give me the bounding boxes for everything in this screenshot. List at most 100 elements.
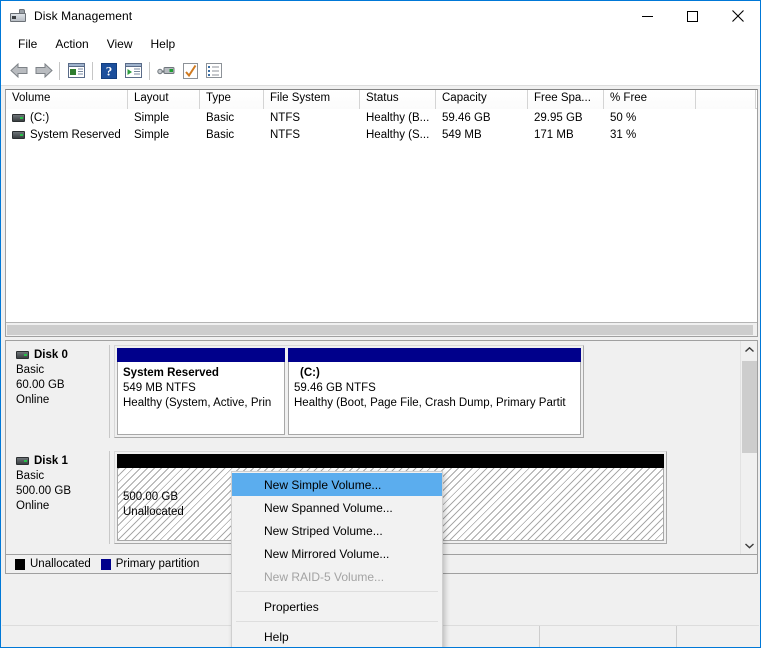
disk-0-name-row: Disk 0	[16, 349, 109, 361]
context-menu-item-new-mirrored-volume[interactable]: New Mirrored Volume...	[232, 542, 442, 565]
cell-layout: Simple	[134, 111, 170, 124]
menu-bar: File Action View Help	[1, 31, 760, 56]
partition-status: Healthy (Boot, Page File, Crash Dump, Pr…	[294, 397, 566, 409]
cell-type: Basic	[206, 111, 235, 124]
disk-1-status: Online	[16, 500, 50, 512]
title-bar: Disk Management	[1, 1, 760, 31]
show-hide-action-pane-icon[interactable]	[121, 59, 145, 83]
volume-list-horizontal-scrollbar[interactable]	[6, 322, 757, 336]
disk-1-name-row: Disk 1	[16, 455, 109, 467]
context-menu-item-new-striped-volume[interactable]: New Striped Volume...	[232, 519, 442, 542]
status-pane-3	[677, 626, 759, 647]
cell-volume: (C:)	[6, 109, 128, 126]
status-pane-2	[540, 626, 677, 647]
column-header-file-system[interactable]: File System	[264, 90, 360, 109]
partition-size-fs: 59.46 GB NTFS	[294, 382, 376, 394]
disk-0-info: Disk 0 Basic 60.00 GB Online	[10, 345, 110, 438]
cell-capacity: 549 MB	[442, 128, 482, 141]
disk-0-partition-bar: System Reserved 549 MB NTFS Healthy (Sys…	[114, 345, 584, 438]
cell-file-system: NTFS	[270, 111, 301, 124]
disk-drive-icon	[16, 351, 29, 359]
partition-color-cap	[117, 348, 285, 362]
disk-1-type: Basic	[16, 470, 45, 482]
menu-file[interactable]: File	[9, 34, 46, 54]
context-menu-item-new-simple-volume[interactable]: New Simple Volume...	[232, 473, 442, 496]
partition-size-fs: 549 MB NTFS	[123, 382, 196, 394]
disk-1-info: Disk 1 Basic 500.00 GB Online	[10, 451, 110, 544]
context-menu-item-properties[interactable]: Properties	[232, 595, 442, 618]
graphical-view-vertical-scrollbar[interactable]	[740, 341, 757, 554]
column-header-volume[interactable]: Volume	[6, 90, 128, 109]
table-row[interactable]: (C:) Simple Basic NTFS Healthy (B... 59.…	[6, 109, 757, 126]
toolbar-separator-3	[149, 61, 150, 80]
cell-free-space: 29.95 GB	[534, 111, 583, 124]
disk-0-size: 60.00 GB	[16, 379, 65, 391]
partition-details: System Reserved 549 MB NTFS Healthy (Sys…	[117, 362, 285, 435]
context-menu-item-new-spanned-volume[interactable]: New Spanned Volume...	[232, 496, 442, 519]
column-header-percent-free[interactable]: % Free	[604, 90, 696, 109]
cell-volume-text: System Reserved	[30, 128, 121, 141]
column-header-blank[interactable]	[696, 90, 756, 109]
context-menu-item-help[interactable]: Help	[232, 625, 442, 647]
column-header-free-space[interactable]: Free Spa...	[528, 90, 604, 109]
legend-label: Unallocated	[30, 558, 91, 570]
help-question-icon[interactable]: ?	[97, 59, 121, 83]
cell-file-system: NTFS	[270, 128, 301, 141]
chevron-down-icon[interactable]	[741, 537, 757, 554]
toolbar-separator-2	[92, 61, 93, 80]
column-header-layout[interactable]: Layout	[128, 90, 200, 109]
cell-volume: System Reserved	[6, 126, 128, 143]
disk-0-name: Disk 0	[34, 349, 68, 361]
partition-system-reserved[interactable]: System Reserved 549 MB NTFS Healthy (Sys…	[117, 348, 285, 435]
partition-color-cap	[288, 348, 581, 362]
partition-c-drive[interactable]: (C:) 59.46 GB NTFS Healthy (Boot, Page F…	[288, 348, 581, 435]
partition-color-cap	[117, 454, 664, 468]
minimize-button[interactable]	[625, 1, 670, 31]
partition-details: (C:) 59.46 GB NTFS Healthy (Boot, Page F…	[288, 362, 581, 435]
window-caption-buttons	[625, 1, 760, 31]
context-menu: New Simple Volume... New Spanned Volume.…	[231, 471, 443, 647]
partition-label: System Reserved	[123, 367, 219, 379]
cell-capacity: 59.46 GB	[442, 111, 491, 124]
disk-0-status: Online	[16, 394, 50, 406]
cell-percent-free: 50 %	[610, 111, 637, 124]
partition-status: Healthy (System, Active, Prin	[123, 397, 272, 409]
scrollbar-thumb[interactable]	[742, 361, 757, 453]
context-menu-separator-2	[236, 621, 438, 622]
disk-management-window: Disk Management File Action View Help ? …	[0, 0, 761, 648]
menu-view[interactable]: View	[98, 34, 142, 54]
cell-status: Healthy (B...	[366, 111, 430, 124]
maximize-button[interactable]	[670, 1, 715, 31]
column-header-status[interactable]: Status	[360, 90, 436, 109]
column-header-capacity[interactable]: Capacity	[436, 90, 528, 109]
legend-item-primary-partition: Primary partition	[100, 558, 200, 570]
table-row[interactable]: System Reserved Simple Basic NTFS Health…	[6, 126, 757, 143]
svg-text:?: ?	[106, 63, 113, 78]
back-arrow-icon[interactable]	[7, 59, 31, 83]
chevron-up-icon[interactable]	[741, 341, 757, 358]
disk-panel-disk-0[interactable]: Disk 0 Basic 60.00 GB Online System Rese…	[6, 341, 741, 442]
volume-drive-icon	[12, 113, 25, 122]
list-view-icon[interactable]	[202, 59, 226, 83]
column-header-type[interactable]: Type	[200, 90, 264, 109]
partition-label: (C:)	[300, 367, 320, 379]
legend-label: Primary partition	[115, 558, 200, 570]
menu-help[interactable]: Help	[142, 34, 185, 54]
menu-action[interactable]: Action	[46, 34, 97, 54]
disk-drive-icon	[16, 457, 29, 465]
properties-checkmark-icon[interactable]	[178, 59, 202, 83]
legend-item-unallocated: Unallocated	[15, 558, 91, 570]
rescan-disks-icon[interactable]	[154, 59, 178, 83]
toolbar-separator-1	[59, 61, 60, 80]
show-hide-console-tree-icon[interactable]	[64, 59, 88, 83]
close-button[interactable]	[715, 1, 760, 31]
scrollbar-thumb[interactable]	[7, 325, 753, 335]
disk-1-size: 500.00 GB	[16, 485, 71, 497]
legend-swatch-unallocated	[15, 558, 25, 570]
cell-free-space: 171 MB	[534, 128, 574, 141]
window-title: Disk Management	[34, 9, 133, 23]
disk-1-name: Disk 1	[34, 455, 68, 467]
forward-arrow-icon[interactable]	[31, 59, 55, 83]
cell-layout: Simple	[134, 128, 170, 141]
volume-list-header: Volume Layout Type File System Status Ca…	[6, 90, 757, 109]
